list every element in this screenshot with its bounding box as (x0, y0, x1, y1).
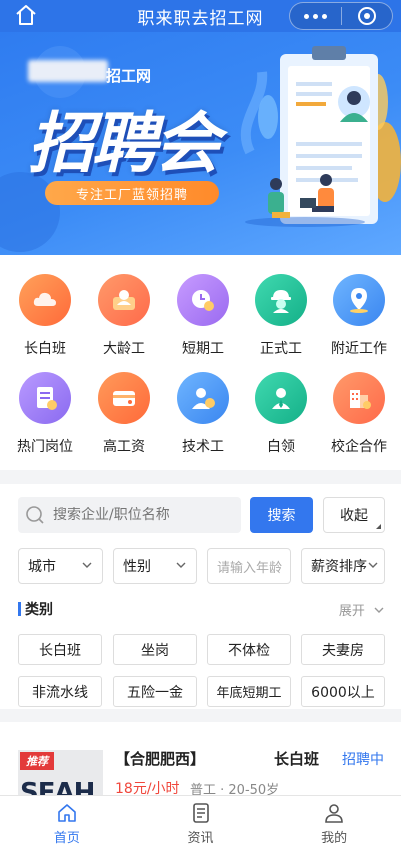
search-button[interactable]: 搜索 (250, 497, 313, 533)
tag-option[interactable]: 坐岗 (113, 634, 197, 665)
category-label: 短期工 (182, 341, 224, 357)
category-white-collar[interactable]: 白领 (246, 372, 316, 456)
section-accent-bar (18, 602, 21, 616)
banner-headline: 招聘会 (28, 105, 220, 182)
user-icon (325, 804, 343, 823)
category-high-salary[interactable]: 高工资 (89, 372, 159, 456)
gender-select-label: 性别 (123, 559, 151, 575)
cloud-icon (19, 274, 71, 326)
tab-news[interactable]: 资讯 (134, 796, 268, 847)
category-nearby[interactable]: 附近工作 (324, 274, 394, 358)
chevron-down-icon (368, 562, 378, 568)
city-select[interactable]: 城市 (18, 548, 103, 584)
chevron-down-icon (82, 562, 92, 568)
tab-mine[interactable]: 我的 (267, 796, 401, 847)
document-icon (19, 372, 71, 424)
category-full-time[interactable]: 正式工 (246, 274, 316, 358)
tag-option[interactable]: 年底短期工 (207, 676, 291, 707)
category-label: 白领 (267, 439, 295, 455)
category-label: 技术工 (182, 439, 224, 455)
category-label: 高工资 (103, 439, 145, 455)
home-icon (58, 804, 76, 822)
location-pin-icon (333, 274, 385, 326)
search-icon (26, 506, 44, 524)
category-label: 附近工作 (331, 341, 387, 357)
tab-home[interactable]: 首页 (0, 796, 134, 847)
type-section-title: 类别 (25, 602, 53, 618)
news-icon (192, 803, 209, 823)
tag-option[interactable]: 不体检 (207, 634, 291, 665)
more-menu-icon[interactable] (290, 13, 341, 19)
clock-icon (177, 274, 229, 326)
app-page: 职来职去招工网 招工网 招聘会 专注工厂蓝领招聘 长白班 大龄工 短期工 正式工… (0, 0, 401, 847)
tab-label: 我的 (321, 831, 348, 846)
chevron-down-icon (176, 562, 186, 568)
tag-option[interactable]: 非流水线 (18, 676, 102, 707)
tag-option[interactable]: 6000以上 (301, 676, 385, 707)
salary-sort-label: 薪资排序 (311, 559, 367, 575)
close-app-icon[interactable] (342, 7, 393, 25)
technician-icon (177, 372, 229, 424)
job-card[interactable]: 推荐 SEAH 【合肥肥西】 长白班 招聘中 18元/小时 普工 · 20-50… (0, 722, 401, 802)
category-grid: 长白班 大龄工 短期工 正式工 附近工作 热门岗位 高工资 技术工 白领 校企合… (0, 255, 401, 470)
category-label: 热门岗位 (17, 439, 73, 455)
expand-toggle[interactable]: 展开 (339, 600, 385, 619)
search-input[interactable] (53, 507, 223, 523)
age-input-placeholder: 请输入年龄 (217, 560, 283, 576)
tag-option[interactable]: 五险一金 (113, 676, 197, 707)
tab-label: 首页 (53, 831, 80, 846)
person-card-icon (98, 274, 150, 326)
bottom-tab-bar: 首页 资讯 我的 (0, 795, 401, 847)
gender-select[interactable]: 性别 (113, 548, 197, 584)
mini-program-capsule (289, 2, 393, 30)
banner-brand: 招工网 (106, 67, 152, 85)
job-status: 招聘中 (342, 752, 384, 768)
chevron-down-icon (374, 607, 384, 613)
tag-option[interactable]: 长白班 (18, 634, 102, 665)
salary-sort-select[interactable]: 薪资排序 (301, 548, 385, 584)
category-label: 校企合作 (331, 439, 387, 455)
job-shift: 长白班 (274, 750, 320, 768)
type-section-header: 类别 展开 (18, 599, 385, 621)
category-short-term[interactable]: 短期工 (168, 274, 238, 358)
city-select-label: 城市 (28, 559, 56, 575)
search-box[interactable] (18, 497, 241, 533)
category-hot-positions[interactable]: 热门岗位 (10, 372, 80, 456)
collapse-button[interactable]: 收起 (323, 497, 385, 533)
category-technician[interactable]: 技术工 (168, 372, 238, 456)
age-input[interactable]: 请输入年龄 (207, 548, 291, 584)
blurred-logo (28, 60, 108, 82)
category-label: 大龄工 (103, 341, 145, 357)
category-school-enterprise[interactable]: 校企合作 (324, 372, 394, 456)
banner-slogan: 专注工厂蓝领招聘 (45, 181, 219, 205)
category-long-day-shift[interactable]: 长白班 (10, 274, 80, 358)
recommend-badge: 推荐 (20, 752, 54, 770)
tab-label: 资讯 (187, 831, 214, 846)
category-label: 长白班 (24, 341, 66, 357)
category-label: 正式工 (260, 341, 302, 357)
promo-banner[interactable]: 招工网 招聘会 专注工厂蓝领招聘 (0, 32, 401, 255)
page-title: 职来职去招工网 (137, 8, 264, 29)
expand-label: 展开 (338, 604, 365, 619)
home-icon[interactable] (14, 3, 38, 27)
job-title: 【合肥肥西】 (115, 750, 206, 768)
category-older-workers[interactable]: 大龄工 (89, 274, 159, 358)
white-collar-icon (255, 372, 307, 424)
building-icon (333, 372, 385, 424)
top-bar: 职来职去招工网 (0, 0, 401, 32)
worker-helmet-icon (255, 274, 307, 326)
search-filter-panel: 搜索 收起 城市 性别 请输入年龄 薪资排序 类别 展开 长白班 坐岗 不体检 (0, 484, 401, 709)
tag-option[interactable]: 夫妻房 (301, 634, 385, 665)
wallet-icon (98, 372, 150, 424)
